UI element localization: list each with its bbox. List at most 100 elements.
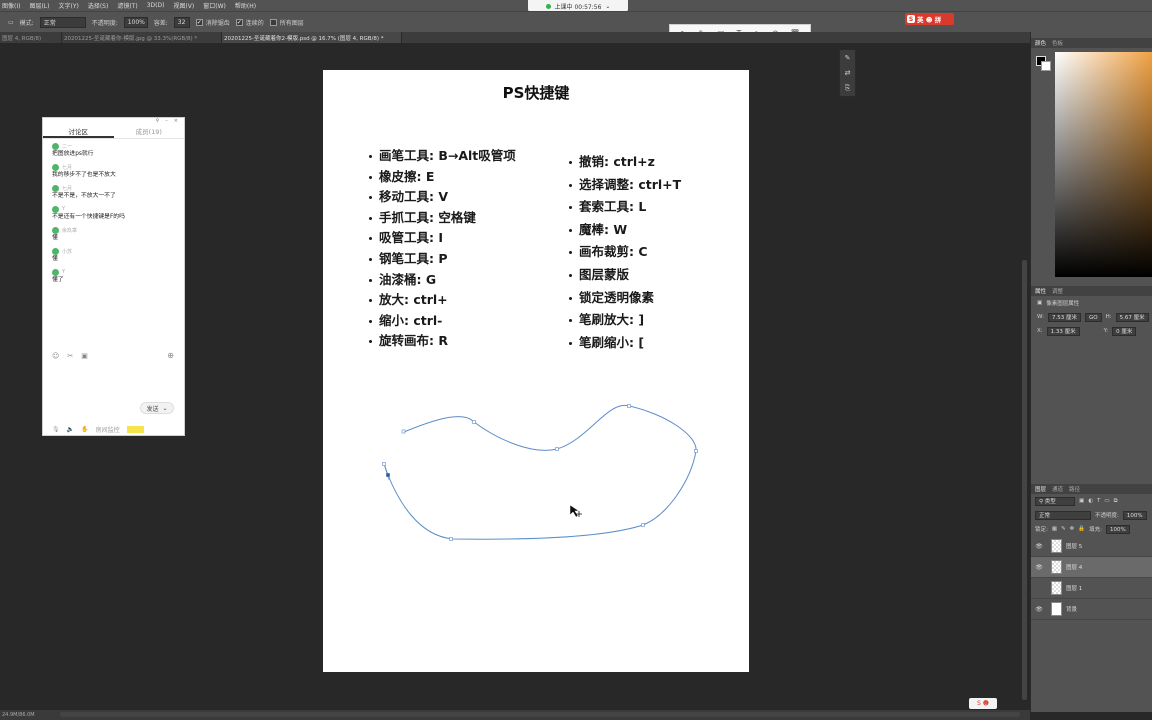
layer-kind-filter[interactable]: ⚲ 类型: [1035, 496, 1075, 506]
layer-row[interactable]: 👁 图层 5: [1031, 536, 1152, 557]
doc-tab-1[interactable]: 图层 4, RGB/8): [0, 32, 62, 43]
menu-filter[interactable]: 滤镜(T): [117, 1, 137, 10]
menu-type[interactable]: 文字(Y): [58, 1, 78, 10]
color-picker-field[interactable]: [1055, 52, 1152, 277]
document-canvas[interactable]: PS快捷键 画笔工具: B→Alt吸管项 橡皮擦: E 移动工具: V 手抓工具: 空…: [323, 70, 749, 672]
swap-arrows-icon[interactable]: ⇄: [845, 69, 851, 77]
layer-row[interactable]: 图层 1: [1031, 578, 1152, 599]
menu-select[interactable]: 选择(S): [88, 1, 109, 10]
tab-adjustments[interactable]: 调整: [1052, 287, 1063, 295]
filter-pixel-icon[interactable]: ▣: [1079, 498, 1084, 504]
antialias-checkbox[interactable]: ✓ 消除锯齿: [195, 18, 230, 27]
tab-color[interactable]: 颜色: [1035, 39, 1046, 47]
lock-row: 锁定: ▦ ✎ ✥ 🔒 填充: 100%: [1031, 522, 1152, 536]
tab-properties[interactable]: 属性: [1035, 287, 1046, 295]
tab-paths[interactable]: 路径: [1069, 485, 1080, 493]
anchor-point-selected[interactable]: [386, 473, 390, 477]
layer-row[interactable]: 👁 背景: [1031, 599, 1152, 620]
menu-3d[interactable]: 3D(D): [147, 2, 165, 9]
all-layers-checkbox[interactable]: 所有图层: [269, 18, 304, 27]
emoji-icon[interactable]: ☺: [52, 352, 59, 360]
menu-help[interactable]: 帮助(H): [235, 1, 256, 10]
room-monitor-toggle[interactable]: [126, 426, 145, 433]
horizontal-scrollbar[interactable]: [60, 712, 1020, 717]
microphone-icon[interactable]: 🎙: [52, 426, 60, 433]
layer-row[interactable]: 👁 图层 4: [1031, 557, 1152, 578]
image-icon[interactable]: ▣: [81, 352, 88, 360]
anchor-point[interactable]: [401, 429, 406, 434]
contiguous-checkbox[interactable]: ✓ 连续的: [235, 18, 264, 27]
recording-dot-icon: [545, 4, 551, 9]
chevron-down-icon: ⌄: [162, 404, 168, 412]
clone-source-icon[interactable]: ⎘: [845, 84, 851, 93]
send-button[interactable]: 发送 ⌄: [140, 402, 174, 414]
lock-move-icon[interactable]: ✥: [1070, 526, 1075, 532]
filter-type-icon[interactable]: T: [1097, 498, 1100, 504]
opacity-field[interactable]: 100%: [123, 16, 148, 28]
tab-members[interactable]: 成员(19): [114, 125, 185, 138]
fill-label: 填充:: [1089, 527, 1102, 533]
sender-name: 七月: [62, 185, 73, 192]
visibility-eye-icon[interactable]: 👁: [1035, 564, 1043, 571]
tool-preset-icon[interactable]: ▭: [8, 19, 14, 26]
lock-paint-icon[interactable]: ✎: [1061, 526, 1066, 532]
layer-opacity-field[interactable]: 100%: [1122, 510, 1147, 520]
vertical-scrollbar[interactable]: [1022, 260, 1027, 700]
layer-name[interactable]: 图层 1: [1066, 584, 1082, 592]
layer-name[interactable]: 背景: [1066, 605, 1077, 613]
chat-sender: 七月: [52, 163, 176, 171]
anchor-point[interactable]: [555, 447, 559, 451]
visibility-eye-icon[interactable]: 👁: [1035, 543, 1043, 550]
layer-name[interactable]: 图层 5: [1066, 542, 1082, 550]
filter-shape-icon[interactable]: ▭: [1104, 498, 1109, 504]
speaker-icon[interactable]: 🔈: [67, 426, 74, 433]
minimize-icon[interactable]: –: [165, 118, 168, 125]
hand-raise-icon[interactable]: ✋: [81, 426, 88, 433]
brush-settings-icon[interactable]: ✎: [845, 54, 851, 62]
anchor-point[interactable]: [641, 523, 645, 527]
lock-label: 锁定:: [1035, 527, 1048, 533]
tab-layers[interactable]: 图层: [1035, 485, 1046, 493]
chevron-down-icon: ⌄: [605, 3, 611, 10]
width-field[interactable]: 7.53 厘米: [1047, 312, 1081, 322]
blend-mode-select[interactable]: 正常: [1035, 510, 1091, 520]
chat-sender: Y: [52, 205, 176, 213]
menu-view[interactable]: 视图(V): [173, 1, 194, 10]
lock-all-icon[interactable]: 🔒: [1078, 526, 1085, 532]
menu-image[interactable]: 图像(I): [2, 1, 20, 10]
filter-smart-icon[interactable]: ⧉: [1114, 498, 1118, 505]
height-field[interactable]: 5.67 厘米: [1115, 312, 1149, 322]
tolerance-field[interactable]: 32: [173, 16, 190, 28]
scissors-icon[interactable]: ✂: [67, 352, 73, 360]
pen-path-curve[interactable]: [383, 405, 697, 540]
pin-icon[interactable]: ⚲: [156, 118, 160, 125]
anchor-point[interactable]: [627, 404, 631, 408]
sogou-tray-badge[interactable]: S ☻: [969, 698, 997, 709]
menu-layer[interactable]: 图层(L): [29, 1, 49, 10]
fill-field[interactable]: 100%: [1106, 524, 1130, 534]
mode-select[interactable]: 正常: [39, 16, 86, 28]
y-field[interactable]: 0 厘米: [1112, 326, 1137, 336]
menu-window[interactable]: 窗口(W): [203, 1, 226, 10]
x-field[interactable]: 1.33 厘米: [1046, 326, 1080, 336]
anchor-point[interactable]: [694, 449, 698, 453]
tab-swatches[interactable]: 色板: [1052, 39, 1063, 47]
lock-transparent-icon[interactable]: ▦: [1052, 526, 1057, 532]
doc-tab-3[interactable]: 20201225-圣诞藏着你2-模版.psd @ 16.7% (图层 4, RG…: [222, 32, 402, 43]
filter-adjust-icon[interactable]: ◐: [1088, 498, 1093, 504]
link-dimensions-icon[interactable]: GO: [1084, 312, 1102, 322]
sogou-ime-badge[interactable]: S 英 ☻ 拼: [905, 13, 954, 25]
layer-name[interactable]: 图层 4: [1066, 563, 1082, 571]
anchor-point[interactable]: [382, 462, 386, 466]
close-icon[interactable]: ×: [174, 118, 178, 125]
tab-discussion[interactable]: 讨论区: [43, 125, 114, 138]
doc-tab-2[interactable]: 20201225-圣诞藏着你-模版.jpg @ 33.3%(RGB/8) *: [62, 32, 222, 43]
add-icon[interactable]: ⊕: [167, 351, 174, 360]
tab-channels[interactable]: 通道: [1052, 485, 1063, 493]
fg-bg-swatches[interactable]: [1036, 56, 1052, 72]
anchor-point[interactable]: [449, 537, 453, 541]
background-swatch[interactable]: [1041, 61, 1051, 71]
pen-path[interactable]: [323, 70, 749, 672]
visibility-eye-icon[interactable]: 👁: [1035, 606, 1043, 613]
anchor-point[interactable]: [472, 420, 476, 424]
